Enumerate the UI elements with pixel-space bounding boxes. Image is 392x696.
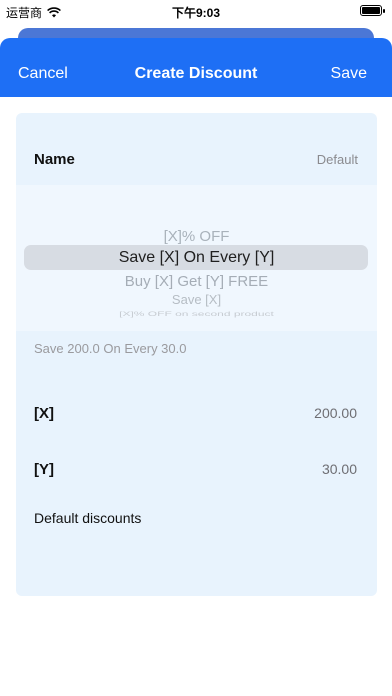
picker-option[interactable]: [X]% OFF on second product — [16, 310, 377, 318]
discount-type-picker[interactable]: [X]% OFF Save [X] On Every [Y] Buy [X] G… — [16, 185, 377, 331]
x-label: [X] — [34, 405, 54, 422]
picker-option-selected[interactable]: Save [X] On Every [Y] — [16, 249, 377, 267]
name-field-row[interactable]: Name Default — [16, 113, 377, 185]
picker-option[interactable]: [X]% OFF — [16, 228, 377, 245]
discount-form: Name Default [X]% OFF Save [X] On Every … — [16, 113, 377, 596]
save-button[interactable]: Save — [331, 65, 367, 83]
x-field-row[interactable]: [X] 200.00 — [16, 395, 377, 435]
status-time: 下午9:03 — [171, 6, 221, 20]
navigation-bar: Cancel Create Discount Save — [0, 38, 392, 97]
y-input[interactable]: 30.00 — [322, 461, 357, 477]
y-field-row[interactable]: [Y] 30.00 — [16, 451, 377, 491]
status-bar: 运营商 下午9:03 — [0, 0, 392, 22]
battery-icon — [360, 5, 385, 16]
discount-summary: Save 200.0 On Every 30.0 — [34, 341, 187, 356]
picker-fade — [16, 185, 377, 225]
x-input[interactable]: 200.00 — [314, 405, 357, 421]
default-discounts-link[interactable]: Default discounts — [34, 510, 141, 526]
picker-option[interactable]: Buy [X] Get [Y] FREE — [16, 273, 377, 290]
picker-option[interactable]: Save [X] — [16, 292, 377, 307]
name-label: Name — [34, 151, 75, 168]
name-input[interactable]: Default — [317, 152, 358, 167]
y-label: [Y] — [34, 461, 54, 478]
